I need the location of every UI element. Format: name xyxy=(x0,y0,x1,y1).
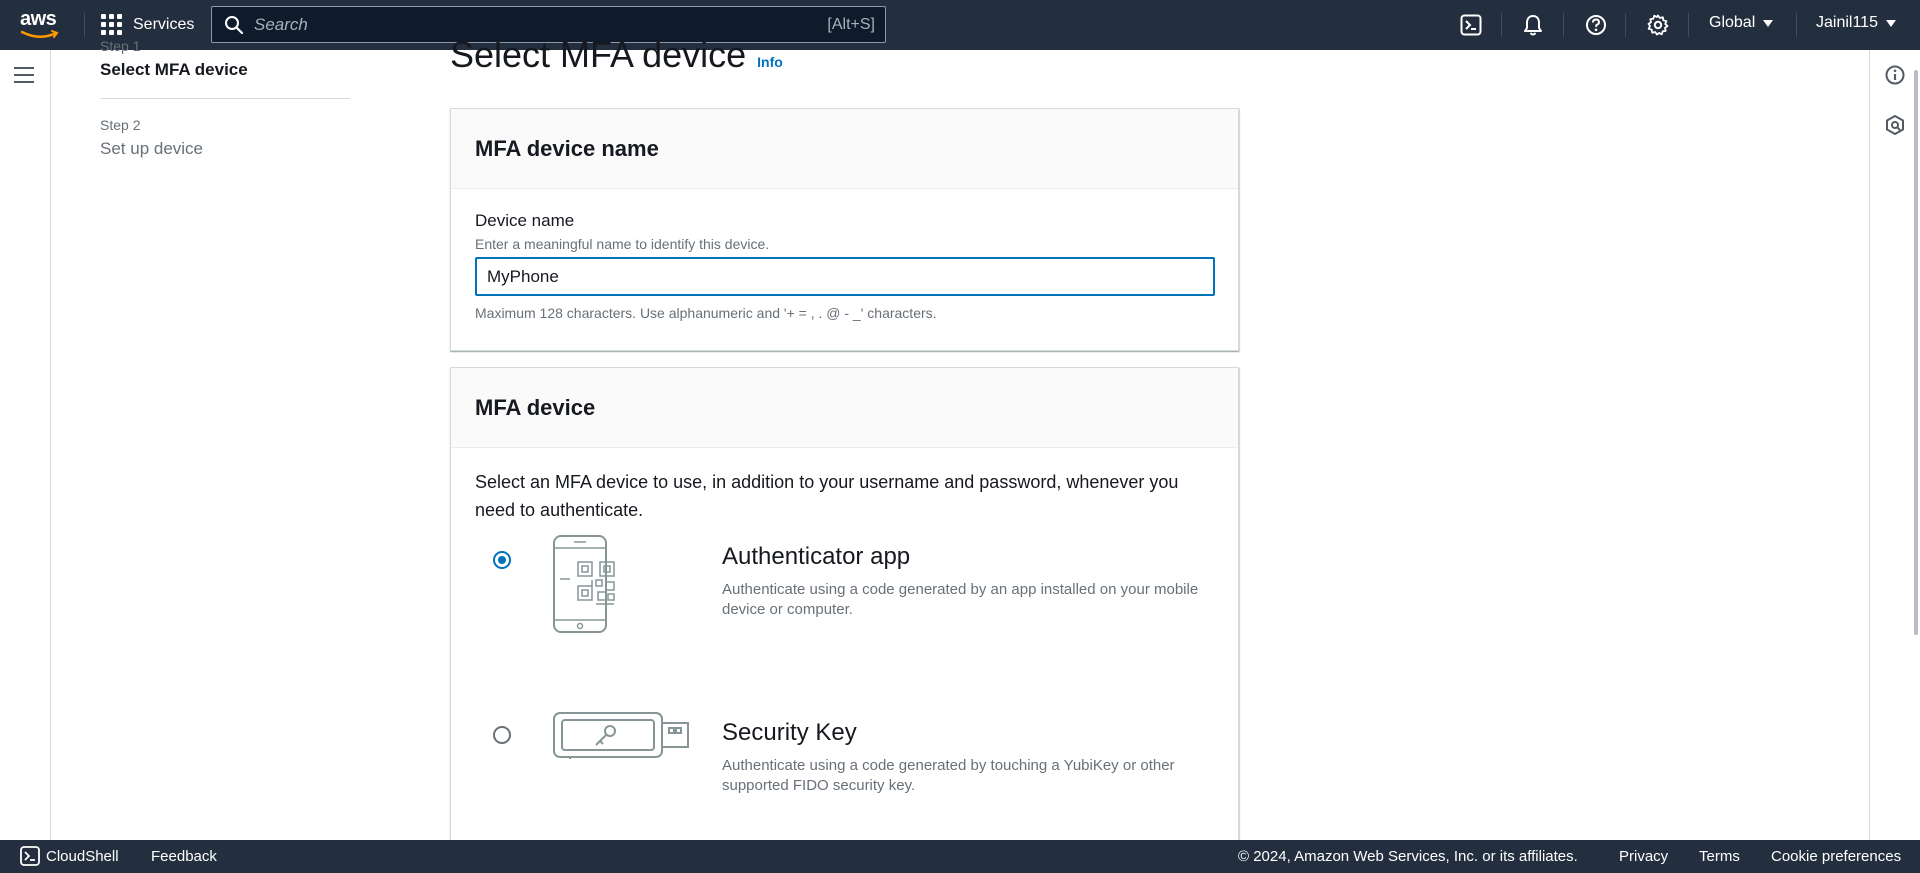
nav-divider xyxy=(84,13,85,37)
authenticator-app-radio[interactable] xyxy=(493,551,511,569)
authenticator-app-title: Authenticator app xyxy=(722,543,911,570)
account-menu[interactable]: Jainil115 xyxy=(1816,14,1896,32)
page-header: Select MFA device Info xyxy=(450,34,783,76)
account-name: Jainil115 xyxy=(1816,14,1878,31)
caret-down-icon xyxy=(1763,19,1774,27)
bell-icon[interactable] xyxy=(1521,13,1545,37)
aws-logo[interactable]: aws xyxy=(20,8,64,40)
step-2-label: Step 2 xyxy=(100,117,141,133)
search-icon xyxy=(225,15,244,34)
mfa-device-intro: Select an MFA device to use, in addition… xyxy=(475,472,1179,520)
region-label: Global xyxy=(1709,14,1756,31)
cloudshell-footer-button[interactable]: CloudShell xyxy=(20,846,119,866)
nav-divider xyxy=(1625,13,1626,37)
search-shortcut-hint: [Alt+S] xyxy=(827,15,875,33)
cookie-preferences-link[interactable]: Cookie preferences xyxy=(1771,848,1901,865)
info-link[interactable]: Info xyxy=(757,54,783,70)
services-label: Services xyxy=(133,16,195,33)
mfa-device-panel-body: Select an MFA device to use, in addition… xyxy=(451,448,1238,873)
scrollbar[interactable] xyxy=(1914,70,1918,635)
gear-icon[interactable] xyxy=(1646,13,1670,37)
feedback-link[interactable]: Feedback xyxy=(151,848,217,865)
security-key-radio[interactable] xyxy=(493,726,511,744)
step-1-label: Step 1 xyxy=(100,38,141,54)
phone-qr-icon xyxy=(553,535,615,633)
aws-smile-icon xyxy=(20,30,59,38)
security-key-description: Authenticate using a code generated by t… xyxy=(722,757,1175,794)
security-badge-icon[interactable] xyxy=(1884,114,1906,136)
mfa-device-panel: MFA device Select an MFA device to use, … xyxy=(450,367,1239,867)
device-name-input[interactable] xyxy=(475,257,1215,296)
caret-down-icon xyxy=(1885,19,1896,27)
cloudshell-icon xyxy=(20,846,40,866)
mfa-device-panel-header: MFA device xyxy=(451,368,1238,448)
info-icon[interactable] xyxy=(1884,64,1906,86)
usb-key-icon xyxy=(553,712,689,759)
copyright-text: © 2024, Amazon Web Services, Inc. or its… xyxy=(1238,848,1578,865)
wizard-steps: Step 1 Select MFA device Step 2 Set up d… xyxy=(100,38,350,159)
region-selector[interactable]: Global xyxy=(1709,14,1774,32)
cloudshell-icon[interactable] xyxy=(1459,13,1483,37)
side-nav-rail xyxy=(0,50,51,840)
help-icon[interactable] xyxy=(1584,13,1608,37)
device-name-label: Device name xyxy=(475,211,575,230)
menu-icon[interactable] xyxy=(14,66,36,84)
device-name-constraint: Maximum 128 characters. Use alphanumeric… xyxy=(475,305,937,321)
device-name-panel-header: MFA device name xyxy=(451,109,1238,189)
mfa-device-panel-title: MFA device xyxy=(475,394,596,420)
services-menu-button[interactable]: Services xyxy=(101,12,194,38)
right-tools-rail xyxy=(1869,50,1920,840)
device-name-panel-body: Device name Enter a meaningful name to i… xyxy=(451,189,1238,345)
grid-icon xyxy=(101,14,122,35)
device-name-panel-title: MFA device name xyxy=(475,135,659,161)
device-name-panel: MFA device name Device name Enter a mean… xyxy=(450,108,1239,351)
step-1-title: Select MFA device xyxy=(100,60,248,79)
step-divider xyxy=(100,98,350,99)
terms-link[interactable]: Terms xyxy=(1699,848,1740,865)
security-key-title: Security Key xyxy=(722,719,857,746)
mfa-option-authenticator-app[interactable]: Authenticator app Authenticate using a c… xyxy=(475,534,1214,709)
page-title: Select MFA device xyxy=(450,34,747,75)
authenticator-app-description: Authenticate using a code generated by a… xyxy=(722,581,1199,618)
step-2-title: Set up device xyxy=(100,139,204,158)
aws-logo-text: aws xyxy=(20,8,57,30)
device-name-description: Enter a meaningful name to identify this… xyxy=(475,236,770,252)
nav-divider xyxy=(1796,13,1797,37)
privacy-link[interactable]: Privacy xyxy=(1619,848,1668,865)
nav-divider xyxy=(1688,13,1689,37)
nav-divider xyxy=(1563,13,1564,37)
nav-divider xyxy=(1501,13,1502,37)
search-input[interactable] xyxy=(254,14,774,35)
cloudshell-footer-label: CloudShell xyxy=(46,847,119,865)
console-footer: CloudShell Feedback © 2024, Amazon Web S… xyxy=(0,840,1920,873)
